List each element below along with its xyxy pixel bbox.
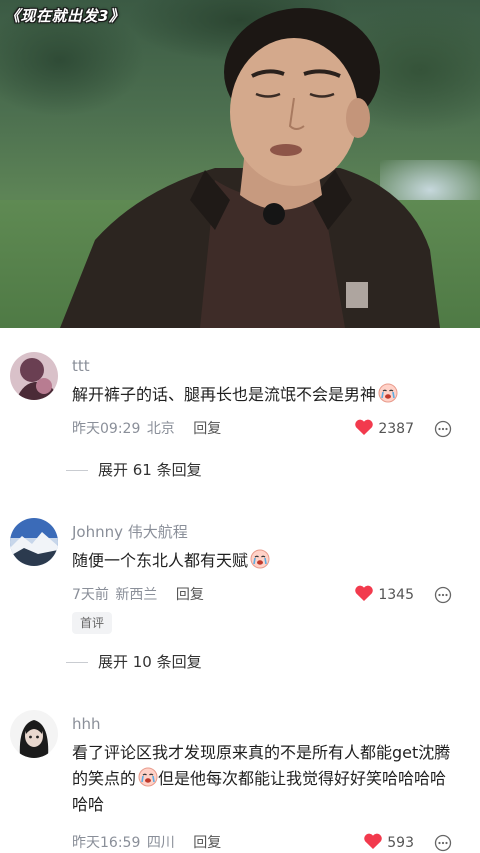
comment-time: 昨天09:29 — [72, 421, 141, 437]
comment-item: Johnny 伟大航程 随便一个东北人都有天赋 7天前 新西兰 回复 1345 … — [0, 514, 480, 684]
crying-face-emoji-icon — [378, 383, 398, 403]
avatar[interactable] — [10, 352, 58, 400]
heart-icon — [364, 833, 383, 849]
comment-username[interactable]: ttt — [72, 356, 462, 376]
comment-time: 昨天16:59 — [72, 835, 141, 851]
comment-item: hhh 看了评论区我才发现原来真的不是所有人都能get沈腾的笑点的 但是他每次都能… — [0, 706, 480, 853]
avatar[interactable] — [10, 518, 58, 566]
comment-location: 新西兰 — [115, 587, 158, 603]
reply-button[interactable]: 回复 — [193, 832, 221, 853]
avatar[interactable] — [10, 710, 58, 758]
comment-location: 北京 — [146, 421, 175, 437]
comment-text-content: 随便一个东北人都有天赋 — [72, 551, 249, 570]
heart-icon — [355, 419, 374, 435]
like-button[interactable]: 2387 — [354, 418, 414, 440]
comment-meta: 昨天09:29 北京 回复 2387 — [72, 418, 462, 440]
comment-text: 看了评论区我才发现原来真的不是所有人都能get沈腾的笑点的 但是他每次都能让我觉得… — [72, 740, 462, 818]
comment-time: 7天前 — [72, 587, 109, 603]
comment-location: 四川 — [146, 835, 175, 851]
comment-text: 随便一个东北人都有天赋 — [72, 548, 462, 574]
reply-button[interactable]: 回复 — [193, 418, 221, 440]
more-options-icon[interactable] — [434, 586, 452, 604]
comment-username[interactable]: hhh — [72, 714, 462, 734]
like-count: 2387 — [378, 421, 414, 437]
expand-divider — [66, 662, 88, 663]
like-button[interactable]: 1345 — [354, 584, 414, 606]
expand-divider — [66, 470, 88, 471]
like-button[interactable]: 593 — [363, 832, 414, 853]
more-options-icon[interactable] — [434, 834, 452, 852]
expand-replies-button[interactable]: 展开 61 条回复 — [66, 459, 202, 481]
heart-icon — [355, 585, 374, 601]
show-title: 《现在就出发3》 — [5, 7, 125, 25]
like-count: 1345 — [378, 587, 414, 603]
comment-text: 解开裤子的话、腿再长也是流氓不会是男神 — [72, 382, 462, 408]
video-frame[interactable]: 《现在就出发3》 — [0, 0, 480, 328]
reply-button[interactable]: 回复 — [176, 584, 204, 606]
comment-meta: 昨天16:59 四川 回复 593 — [72, 832, 462, 853]
comment-username[interactable]: Johnny 伟大航程 — [72, 522, 462, 542]
crying-face-emoji-icon — [138, 767, 158, 787]
crying-face-emoji-icon — [250, 549, 270, 569]
expand-replies-button[interactable]: 展开 10 条回复 — [66, 651, 202, 673]
comment-text-content: 解开裤子的话、腿再长也是流氓不会是男神 — [72, 385, 377, 404]
expand-replies-label: 展开 61 条回复 — [98, 461, 202, 479]
like-count: 593 — [387, 835, 414, 851]
more-options-icon[interactable] — [434, 420, 452, 438]
first-comment-badge: 首评 — [72, 612, 113, 634]
expand-replies-label: 展开 10 条回复 — [98, 653, 202, 671]
comment-meta: 7天前 新西兰 回复 1345 — [72, 584, 462, 606]
comment-item: ttt 解开裤子的话、腿再长也是流氓不会是男神 昨天09:29 北京 回复 23… — [0, 348, 480, 498]
person-in-video — [60, 8, 440, 328]
